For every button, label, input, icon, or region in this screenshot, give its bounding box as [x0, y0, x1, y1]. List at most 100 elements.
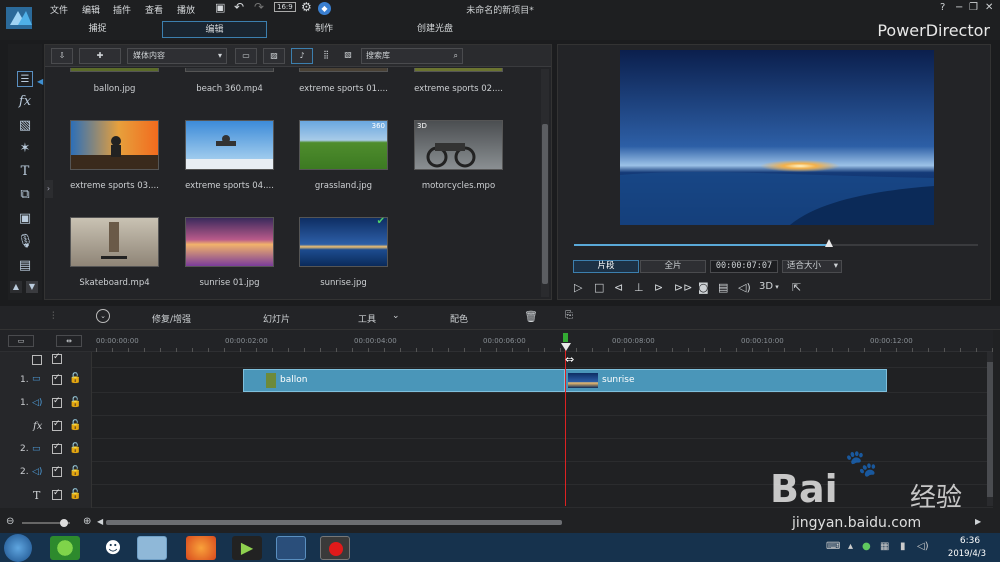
designer-icon[interactable]: ⌄: [96, 309, 110, 323]
subtitle-icon[interactable]: ▤: [718, 281, 728, 294]
time-ruler[interactable]: ▭ ⇹ 00:00:00:00 00:00:02:00 00:00:04:00 …: [0, 330, 993, 352]
track-enable-checkbox[interactable]: [52, 488, 62, 500]
expand-panel-icon[interactable]: ›: [44, 180, 53, 198]
powerdirector-taskbar-icon[interactable]: [276, 536, 306, 560]
track-enable-checkbox[interactable]: [52, 396, 62, 408]
tab-capture[interactable]: 捕捉: [55, 21, 140, 38]
redo-icon[interactable]: ↷: [254, 0, 264, 14]
pip-room-icon[interactable]: ▧: [17, 118, 33, 134]
close-button[interactable]: ✕: [985, 2, 993, 13]
title-room-icon[interactable]: T: [17, 164, 33, 180]
audio-filter-icon[interactable]: ♪: [291, 48, 313, 64]
timecode-display[interactable]: 00:00:07:07: [710, 260, 778, 273]
scroll-left-icon[interactable]: ◀: [97, 517, 103, 526]
scroll-up-icon[interactable]: ▲: [10, 281, 22, 293]
thumbnail-extreme-04[interactable]: [185, 120, 274, 170]
lock-icon[interactable]: 🔓: [69, 443, 81, 454]
split-icon[interactable]: ⫶: [52, 311, 55, 322]
aspect-ratio-icon[interactable]: 16:9: [274, 2, 296, 12]
plugin-icon[interactable]: ✚: [79, 48, 121, 64]
slideshow-button[interactable]: 幻灯片: [263, 312, 290, 325]
thumbnail-extreme-02[interactable]: [414, 68, 503, 72]
clip-mode-tab[interactable]: 片段: [573, 260, 639, 273]
thumbnail-sunrise-01[interactable]: [185, 217, 274, 267]
file-explorer-icon[interactable]: [137, 536, 167, 560]
stop-icon[interactable]: □: [594, 281, 604, 294]
next-frame-icon[interactable]: ⊳: [654, 281, 663, 294]
timeline-playhead[interactable]: [565, 344, 566, 506]
particle-room-icon[interactable]: ✶: [17, 141, 33, 157]
wechat-icon[interactable]: ●: [862, 541, 871, 552]
tab-create-disc[interactable]: 创建光盘: [395, 21, 475, 38]
library-filter-dropdown[interactable]: 媒体内容 ▾: [127, 48, 227, 64]
network-icon[interactable]: ▦: [880, 541, 889, 552]
fast-forward-icon[interactable]: ⊳⊳: [674, 281, 692, 294]
scroll-right-icon[interactable]: ▶: [975, 517, 981, 526]
account-icon[interactable]: ◆: [318, 2, 331, 15]
import-icon[interactable]: ⇩: [51, 48, 73, 64]
fx-room-icon[interactable]: fx: [17, 94, 33, 110]
lock-icon[interactable]: 🔓: [69, 489, 81, 500]
play-icon[interactable]: ▷: [574, 281, 582, 294]
track-enable-checkbox[interactable]: [52, 419, 62, 431]
thumbnail-motorcycles[interactable]: 3D: [414, 120, 503, 170]
timeline-clip[interactable]: ballon: [243, 369, 565, 392]
menu-plugins[interactable]: 插件: [113, 3, 131, 16]
thumbnail-extreme-01[interactable]: [299, 68, 388, 72]
help-button[interactable]: ?: [940, 2, 945, 13]
scroll-down-icon[interactable]: ▼: [26, 281, 38, 293]
3d-mode-button[interactable]: 3D ▾: [759, 281, 779, 292]
snapshot-icon[interactable]: ◙: [698, 281, 709, 294]
thumbnail-skateboard[interactable]: [70, 217, 159, 267]
undo-icon[interactable]: ↶: [234, 0, 244, 14]
undock-icon[interactable]: ⇱: [792, 281, 801, 294]
timeline-vscrollbar[interactable]: [987, 352, 993, 506]
save-icon[interactable]: ▣: [215, 1, 225, 14]
track-enable-checkbox[interactable]: [52, 373, 62, 385]
fit-timeline-icon[interactable]: ⇹: [56, 335, 82, 347]
timeline-vscroll-thumb[interactable]: [987, 362, 993, 497]
thumbnail-grassland[interactable]: 360: [299, 120, 388, 170]
zoom-out-icon[interactable]: ⊖: [6, 516, 14, 527]
video-filter-icon[interactable]: ▭: [235, 48, 257, 64]
lock-icon[interactable]: 🔓: [69, 397, 81, 408]
settings-gear-icon[interactable]: ⚙: [301, 0, 312, 14]
track-enable-checkbox[interactable]: [52, 465, 62, 477]
playhead-slider[interactable]: [824, 239, 833, 247]
timeline-hscroll-thumb[interactable]: [106, 520, 562, 525]
recorder-icon[interactable]: [320, 536, 350, 560]
thumbnail-extreme-03[interactable]: [70, 120, 159, 170]
chapter-marker-icon[interactable]: ⎘: [565, 310, 573, 321]
tab-produce[interactable]: 制作: [285, 21, 363, 38]
zoom-in-icon[interactable]: ⊕: [83, 516, 91, 527]
chapter-room-icon[interactable]: ▤: [17, 258, 33, 274]
menu-playback[interactable]: 播放: [177, 3, 195, 16]
trash-icon[interactable]: 🗑: [524, 310, 538, 323]
track-view-icon[interactable]: ▭: [8, 335, 34, 347]
lock-icon[interactable]: 🔓: [69, 420, 81, 431]
previous-frame-icon[interactable]: ⊲: [614, 281, 623, 294]
lock-icon[interactable]: 🔓: [69, 466, 81, 477]
thumbnail-beach[interactable]: [185, 68, 274, 72]
fix-enhance-button[interactable]: 修复/增强: [152, 312, 191, 325]
grid-view-icon[interactable]: ⣿: [319, 48, 333, 64]
zoom-slider[interactable]: [22, 519, 70, 527]
firefox-icon[interactable]: [186, 536, 216, 560]
battery-icon[interactable]: ▮: [900, 541, 906, 552]
thumbnail-size-icon[interactable]: ▧: [341, 48, 355, 64]
menu-file[interactable]: 文件: [50, 3, 68, 16]
qq-icon[interactable]: ☻: [98, 536, 128, 560]
library-scrollbar[interactable]: [541, 69, 549, 297]
start-button-icon[interactable]: [4, 534, 32, 562]
track-enable-checkbox[interactable]: [52, 442, 62, 454]
library-scroll-thumb[interactable]: [542, 124, 548, 284]
media-room-icon[interactable]: ☰: [17, 71, 33, 87]
fit-size-dropdown[interactable]: 适合大小 ▾: [782, 260, 842, 273]
tools-dropdown[interactable]: 工具: [358, 312, 376, 325]
thumbnail-ballon[interactable]: [70, 68, 159, 72]
playhead-handle[interactable]: [561, 343, 571, 351]
tray-expand-icon[interactable]: ▴: [848, 541, 853, 552]
transition-room-icon[interactable]: ⧉: [17, 187, 33, 203]
color-match-button[interactable]: 配色: [450, 312, 468, 325]
browser-360-icon[interactable]: [50, 536, 80, 560]
